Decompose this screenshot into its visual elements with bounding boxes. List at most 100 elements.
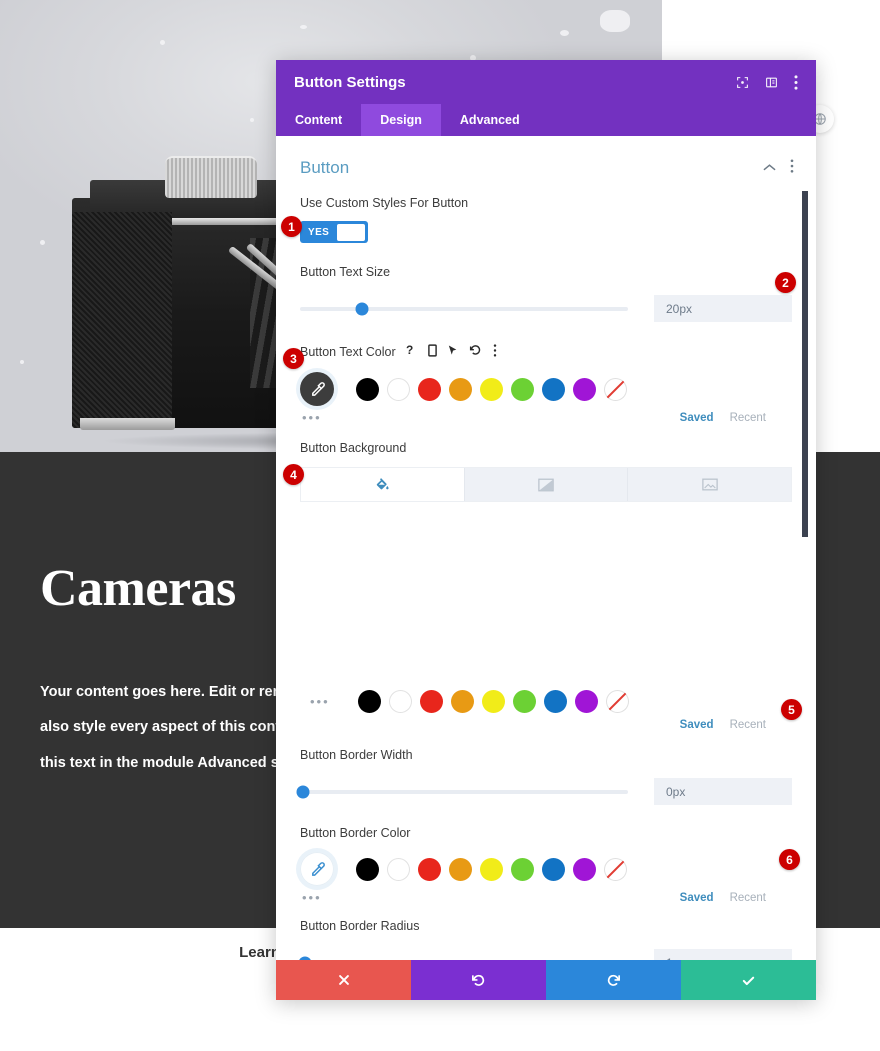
badge-3: 3 [283, 348, 304, 369]
swatch-black-border[interactable] [356, 857, 379, 881]
field-button-border-color: Button Border Color ••• Saved Recent [276, 826, 816, 905]
reset-icon[interactable] [469, 344, 482, 360]
badge-6: 6 [779, 849, 800, 870]
gradient-icon[interactable] [463, 468, 628, 501]
toggle-value-label: YES [308, 226, 330, 238]
eyedropper-icon-border[interactable] [300, 852, 334, 886]
swatch-purple-border[interactable] [573, 857, 596, 881]
tab-design[interactable]: Design [361, 104, 441, 136]
svg-text:?: ? [406, 344, 413, 357]
field-button-border-width: Button Border Width 0px [276, 748, 816, 805]
slider-knob[interactable] [298, 956, 312, 960]
swatch-footer-background: ••• Saved Recent [300, 717, 792, 732]
section-header-button: Button [276, 136, 816, 178]
field-button-text-size: Button Text Size 20px [276, 265, 816, 322]
badge-4: 4 [283, 464, 304, 485]
save-button[interactable] [681, 960, 816, 1000]
tab-content[interactable]: Content [276, 104, 361, 136]
swatch-yellow-background[interactable] [482, 690, 505, 713]
field-button-border-radius: Button Border Radius 1px [276, 919, 816, 960]
recent-tab-border-color[interactable]: Recent [730, 892, 766, 904]
saved-tab-text-color[interactable]: Saved [680, 412, 714, 424]
recent-tab-text-color[interactable]: Recent [730, 412, 766, 424]
panel-layout-icon[interactable] [765, 76, 778, 89]
tab-advanced[interactable]: Advanced [441, 104, 539, 136]
swatch-orange-background[interactable] [451, 690, 474, 713]
section-overflow-menu-icon[interactable] [790, 158, 794, 178]
badge-2: 2 [775, 272, 796, 293]
badge-5: 5 [781, 699, 802, 720]
label-button-border-width: Button Border Width [300, 748, 413, 762]
cancel-button[interactable] [276, 960, 411, 1000]
swatch-purple[interactable] [573, 377, 596, 401]
section-title: Button [300, 158, 350, 177]
saved-tab-background[interactable]: Saved [680, 719, 714, 731]
text-color-overflow-menu-icon[interactable] [493, 344, 497, 360]
modal-title: Button Settings [294, 73, 406, 91]
modal-body: Button Use Custom Styles For Button YES … [276, 136, 816, 960]
eyedropper-icon[interactable] [300, 372, 334, 406]
swatch-yellow[interactable] [480, 377, 503, 401]
overflow-menu-icon[interactable] [794, 74, 798, 90]
swatch-blue[interactable] [542, 377, 565, 401]
mobile-device-icon[interactable] [427, 344, 437, 360]
swatch-red-border[interactable] [418, 857, 441, 881]
paint-bucket-icon[interactable] [301, 468, 464, 501]
label-button-border-radius: Button Border Radius [300, 919, 420, 933]
slider-button-text-size[interactable] [300, 302, 628, 315]
label-button-border-color: Button Border Color [300, 826, 411, 840]
label-use-custom-styles: Use Custom Styles For Button [300, 196, 469, 210]
swatch-blue-border[interactable] [542, 857, 565, 881]
swatch-footer-border-color: ••• Saved Recent [300, 890, 792, 905]
cursor-hover-icon[interactable] [448, 344, 458, 360]
redo-button[interactable] [546, 960, 681, 1000]
swatch-red[interactable] [418, 377, 441, 401]
input-button-border-radius[interactable]: 1px [654, 949, 792, 960]
swatch-green[interactable] [511, 377, 534, 401]
more-colors-dots-background-icon[interactable]: ••• [310, 694, 350, 709]
screenshot-root: Cameras Your content goes here. Edit or … [0, 0, 880, 1051]
background-color-picker-panel[interactable] [300, 502, 792, 678]
swatch-row-text-color [300, 372, 792, 406]
saved-tab-border-color[interactable]: Saved [680, 892, 714, 904]
swatch-orange[interactable] [449, 377, 472, 401]
image-icon[interactable] [627, 468, 792, 501]
field-button-text-color: Button Text Color ? ••• Saved Recent [276, 343, 816, 425]
slider-button-border-width[interactable] [296, 785, 628, 798]
swatch-purple-background[interactable] [575, 690, 598, 713]
swatch-white[interactable] [387, 377, 410, 401]
swatch-green-background[interactable] [513, 690, 536, 713]
swatch-green-border[interactable] [511, 857, 534, 881]
undo-button[interactable] [411, 960, 546, 1000]
recent-tab-background[interactable]: Recent [730, 719, 766, 731]
background-type-tabs [300, 467, 792, 502]
slider-knob[interactable] [355, 302, 369, 315]
swatch-blue-background[interactable] [544, 690, 567, 713]
swatch-orange-border[interactable] [449, 857, 472, 881]
swatch-yellow-border[interactable] [480, 857, 503, 881]
input-button-text-size[interactable]: 20px [654, 295, 792, 322]
swatch-black-background[interactable] [358, 690, 381, 713]
chevron-up-icon[interactable] [763, 159, 776, 177]
swatch-black[interactable] [356, 377, 379, 401]
label-button-background: Button Background [300, 441, 407, 455]
swatch-red-background[interactable] [420, 690, 443, 713]
fullscreen-icon[interactable] [736, 76, 749, 89]
modal-header: Button Settings [276, 60, 816, 104]
field-use-custom-styles: Use Custom Styles For Button YES [276, 196, 816, 243]
swatch-none-background[interactable] [606, 690, 629, 713]
more-colors-dots-icon[interactable]: ••• [302, 410, 342, 425]
label-button-text-size: Button Text Size [300, 265, 391, 279]
more-colors-dots-border-icon[interactable]: ••• [302, 890, 342, 905]
button-settings-modal: Button Settings Content Design Advanced … [276, 60, 816, 1000]
toggle-use-custom-styles[interactable]: YES [300, 221, 369, 243]
swatch-none-border[interactable] [604, 857, 627, 881]
swatch-white-border[interactable] [387, 857, 410, 881]
swatch-none[interactable] [604, 377, 627, 401]
slider-knob[interactable] [296, 785, 310, 798]
swatch-white-background[interactable] [389, 690, 412, 713]
field-button-background: Button Background ••• Saved Recent [276, 441, 816, 732]
input-button-border-width[interactable]: 0px [654, 778, 792, 805]
swatch-row-background: ••• [300, 690, 792, 713]
help-icon[interactable]: ? [406, 343, 417, 360]
